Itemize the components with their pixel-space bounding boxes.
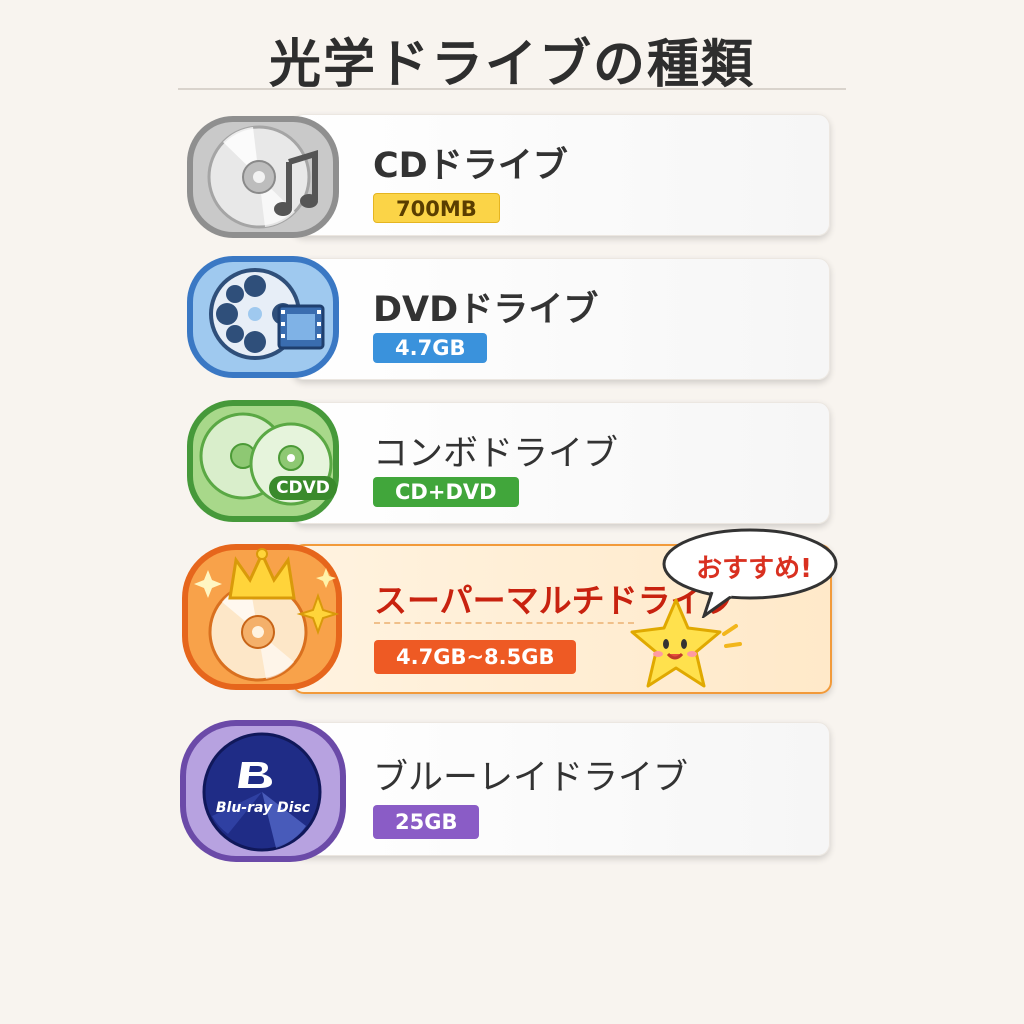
drive-card: CDドライブ 700MB — [292, 114, 830, 236]
star-mascot-icon — [624, 594, 744, 698]
capacity-badge: 4.7GB~8.5GB — [374, 640, 577, 674]
drive-row-combo: コンボドライブ CD+DVD CDVD — [0, 396, 1024, 526]
combo-discs-icon: CDVD — [183, 396, 343, 526]
crown-disc-icon — [178, 536, 348, 696]
bluray-icon-label: Blu-ray Disc — [215, 800, 311, 816]
bluray-disc-icon: Blu-ray Disc — [176, 716, 350, 866]
title-divider — [178, 88, 846, 90]
drive-name: CDドライブ — [373, 146, 568, 186]
capacity-badge: CD+DVD — [373, 477, 519, 507]
drive-name: DVDドライブ — [373, 290, 599, 330]
dvd-film-icon — [183, 252, 343, 382]
cd-music-icon — [183, 112, 343, 242]
drive-card: ブルーレイドライブ 25GB — [292, 722, 830, 856]
drive-row-bluray: ブルーレイドライブ 25GB Blu-ray Disc — [0, 716, 1024, 866]
drive-card: コンボドライブ CD+DVD — [292, 402, 830, 524]
drive-name: コンボドライブ — [373, 434, 619, 474]
drive-name: ブルーレイドライブ — [373, 758, 689, 798]
drive-row-cd: CDドライブ 700MB — [0, 112, 1024, 242]
drive-row-supermulti: スーパーマルチドライブ 4.7GB~8.5GB — [0, 536, 1024, 696]
capacity-badge: 700MB — [373, 193, 500, 223]
dashed-divider — [374, 622, 634, 624]
capacity-badge: 4.7GB — [373, 333, 488, 363]
recommend-label: おすすめ! — [696, 554, 812, 584]
combo-icon-label: CDVD — [269, 476, 337, 500]
page-title: 光学ドライブの種類 — [268, 35, 755, 95]
drive-row-dvd: DVDドライブ 4.7GB — [0, 252, 1024, 382]
capacity-badge: 25GB — [373, 805, 480, 839]
drive-card: DVDドライブ 4.7GB — [292, 258, 830, 380]
